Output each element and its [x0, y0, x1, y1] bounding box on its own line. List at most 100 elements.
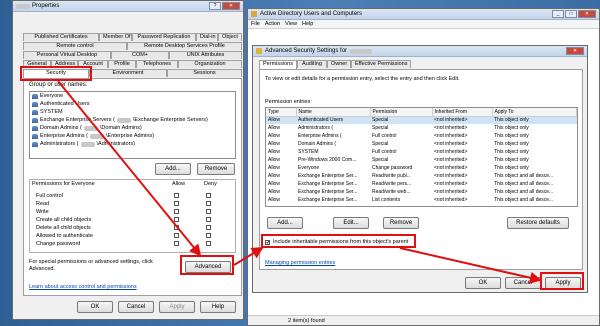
close-icon[interactable]: ✕ — [566, 47, 584, 55]
help-icon[interactable]: ? — [209, 2, 221, 10]
table-cell: This object and all desce... — [494, 189, 554, 195]
permission-label: Allowed to authenticate — [36, 233, 93, 239]
learn-link[interactable]: Learn about access control and permissio… — [29, 284, 137, 290]
col-apply-to[interactable]: Apply To — [492, 108, 577, 117]
table-row[interactable]: Allow Enterprise Admins (Full control <not… — [266, 132, 577, 140]
col-permission[interactable]: Permission — [370, 108, 433, 117]
tab-password-replication[interactable]: Password Replication — [132, 33, 196, 41]
table-row[interactable]: Allow SYSTEM Full control <not inherited> Th… — [266, 148, 577, 156]
remove-user-button[interactable]: Remove — [197, 163, 235, 175]
users-list[interactable]: Everyone Authenticated Users SYSTEM Exch… — [29, 91, 236, 159]
col-inherited-from[interactable]: Inherited From — [432, 108, 493, 117]
close-icon[interactable]: ✕ — [222, 2, 240, 10]
allow-checkbox[interactable] — [174, 192, 179, 198]
tab-unix-attributes[interactable]: UNIX Attributes — [169, 51, 242, 59]
table-row[interactable]: Allow Everyone Change password <not inherit… — [266, 164, 577, 172]
allow-checkbox[interactable] — [174, 224, 179, 230]
table-cell: This object only — [494, 125, 529, 131]
tab-sessions[interactable]: Sessions — [167, 69, 242, 77]
manage-permissions-link[interactable]: Managing permission entries — [265, 260, 335, 266]
tab-remote-control[interactable]: Remote control — [23, 42, 127, 50]
table-cell: <not inherited> — [434, 197, 468, 203]
tab-environment[interactable]: Environment — [89, 69, 167, 77]
help-button[interactable]: Help — [200, 301, 236, 313]
add-entry-button[interactable]: Add... — [267, 217, 303, 229]
allow-checkbox[interactable] — [174, 216, 179, 222]
tab-personal-virtual-desktop[interactable]: Personal Virtual Desktop — [23, 51, 111, 59]
table-row[interactable]: Allow Domain Admins (Special <not inherite… — [266, 140, 577, 148]
ok-button[interactable]: OK — [77, 301, 113, 313]
table-cell: Domain Admins ( — [298, 141, 337, 147]
permission-row: Create all child objects — [30, 216, 235, 224]
table-cell: Read/write web... — [372, 189, 411, 195]
allow-checkbox[interactable] — [174, 200, 179, 206]
deny-checkbox[interactable] — [206, 240, 211, 246]
deny-checkbox[interactable] — [206, 216, 211, 222]
table-row[interactable]: Allow Exchange Enterprise Ser... Read/writ… — [266, 180, 577, 188]
edit-entry-button[interactable]: Edit... — [333, 217, 369, 229]
col-name[interactable]: Name — [296, 108, 371, 117]
table-row[interactable]: Allow Pre-Windows 2000 Com... Special <not … — [266, 156, 577, 164]
menu-view[interactable]: View — [285, 21, 297, 27]
list-item[interactable]: Enterprise Admins (\Enterprise Admins) — [30, 132, 235, 140]
list-item[interactable]: Domain Admins (\Domain Admins) — [30, 124, 235, 132]
tab-telephones[interactable]: Telephones — [136, 60, 178, 68]
apply-button[interactable]: Apply — [159, 301, 195, 313]
deny-checkbox[interactable] — [206, 200, 211, 206]
list-item[interactable]: SYSTEM — [30, 108, 235, 116]
tab-profile[interactable]: Profile — [108, 60, 136, 68]
tab-member-of[interactable]: Member Of — [99, 33, 132, 41]
tab-com[interactable]: COM+ — [111, 51, 169, 59]
allow-checkbox[interactable] — [174, 208, 179, 214]
table-row[interactable]: Allow Administrators (Special <not inherit… — [266, 124, 577, 132]
restore-defaults-button[interactable]: Restore defaults — [507, 217, 569, 229]
permission-row: Full control — [30, 192, 235, 200]
tab-dial-in[interactable]: Dial-in — [196, 33, 218, 41]
users-icon — [32, 125, 38, 131]
remove-entry-button[interactable]: Remove — [383, 217, 419, 229]
advanced-cancel-button[interactable]: Cancel — [505, 277, 541, 289]
table-row[interactable]: Allow Exchange Enterprise Ser... Read/writ… — [266, 188, 577, 196]
deny-checkbox[interactable] — [206, 192, 211, 198]
tab-object[interactable]: Object — [218, 33, 242, 41]
deny-checkbox[interactable] — [206, 224, 211, 230]
list-item[interactable]: Exchange Enterprise Servers (\Exchange E… — [30, 116, 235, 124]
col-type[interactable]: Type — [266, 108, 297, 117]
tab-auditing[interactable]: Auditing — [297, 60, 327, 68]
menu-action[interactable]: Action — [265, 21, 280, 27]
permission-label: Full control — [36, 193, 63, 199]
table-row[interactable]: Allow Authenticated Users Special <not inhe… — [266, 116, 577, 124]
permission-row: Change password — [30, 240, 235, 248]
advanced-ok-button[interactable]: OK — [465, 277, 501, 289]
tab-rds-profile[interactable]: Remote Desktop Services Profile — [127, 42, 242, 50]
list-item[interactable]: Authenticated Users — [30, 100, 235, 108]
menu-help[interactable]: Help — [302, 21, 313, 27]
table-cell: Administrators ( — [298, 125, 334, 131]
maximize-icon[interactable]: □ — [565, 10, 577, 18]
table-cell: Exchange Enterprise Ser... — [298, 189, 358, 195]
list-item[interactable]: Everyone — [30, 92, 235, 100]
add-user-button[interactable]: Add... — [155, 163, 191, 175]
allow-checkbox[interactable] — [174, 232, 179, 238]
minimize-icon[interactable]: _ — [552, 10, 564, 18]
allow-checkbox[interactable] — [174, 240, 179, 246]
table-row[interactable]: Allow Exchange Enterprise Ser... List cont… — [266, 196, 577, 204]
table-cell: Read/write pers... — [372, 181, 412, 187]
tab-organization[interactable]: Organization — [178, 60, 242, 68]
tab-published-certificates[interactable]: Published Certificates — [23, 33, 99, 41]
table-cell: <not inherited> — [434, 173, 468, 179]
tab-owner[interactable]: Owner — [327, 60, 351, 68]
list-item[interactable]: Administrators (\Administrators) — [30, 140, 235, 148]
deny-checkbox[interactable] — [206, 232, 211, 238]
close-icon[interactable]: ✕ — [578, 10, 596, 18]
permission-entries-table[interactable]: Type Name Permission Inherited From Appl… — [265, 107, 578, 207]
table-cell: Enterprise Admins ( — [298, 133, 342, 139]
table-cell: This object and all desce... — [494, 181, 554, 187]
table-cell: Pre-Windows 2000 Com... — [298, 157, 357, 163]
tab-effective-permissions[interactable]: Effective Permissions — [351, 60, 411, 68]
table-row[interactable]: Allow Exchange Enterprise Ser... Read/writ… — [266, 172, 577, 180]
instructions-text: To view or edit details for a permission… — [265, 76, 460, 82]
menu-file[interactable]: File — [251, 21, 260, 27]
deny-checkbox[interactable] — [206, 208, 211, 214]
cancel-button[interactable]: Cancel — [118, 301, 154, 313]
